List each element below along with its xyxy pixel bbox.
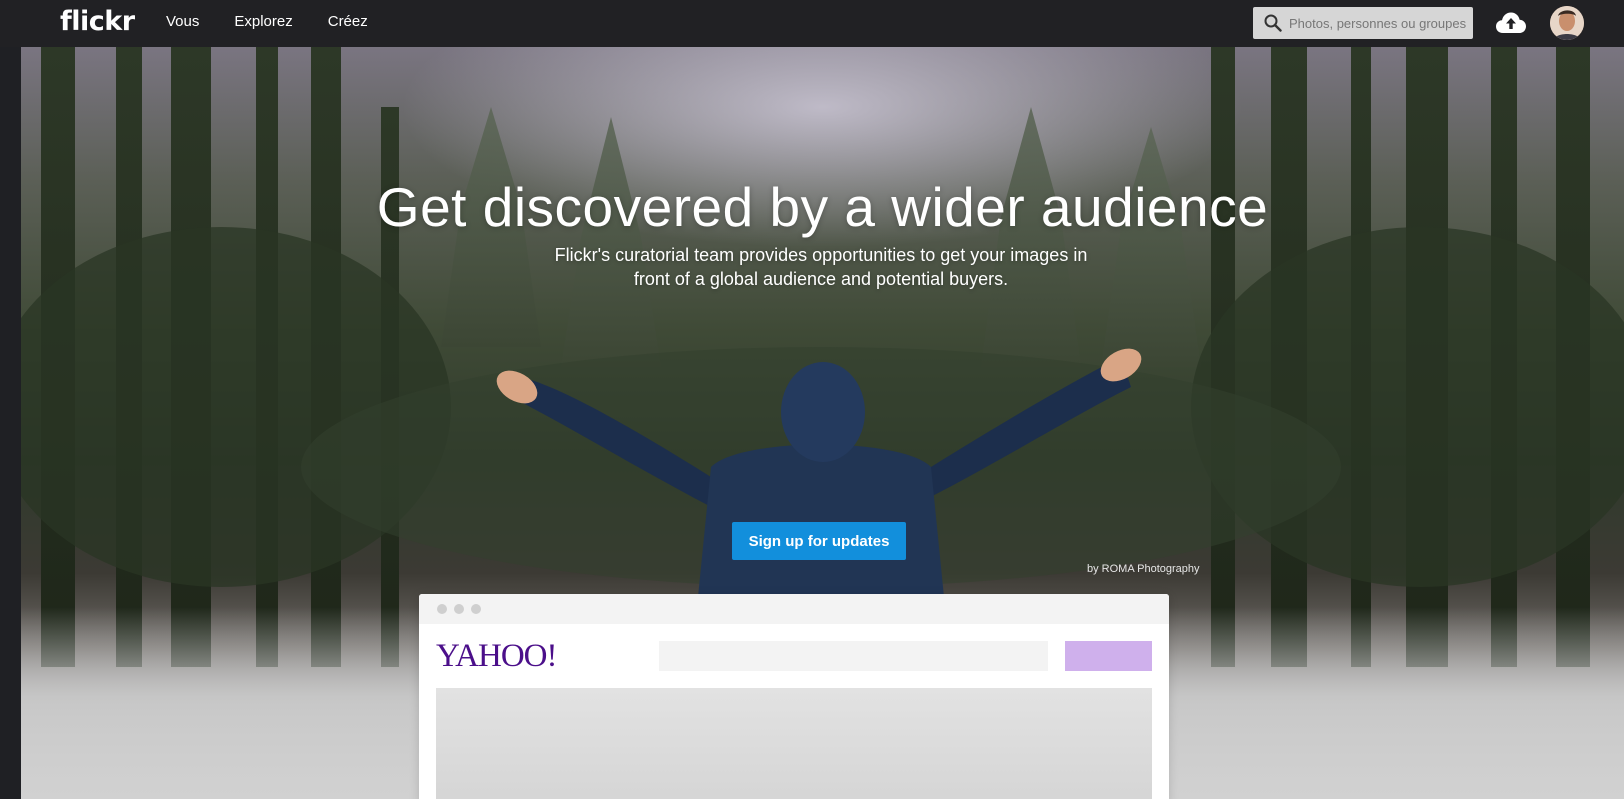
cloud-upload-icon[interactable]: [1494, 8, 1528, 38]
flickr-logo[interactable]: flickr: [60, 6, 135, 37]
user-avatar[interactable]: [1550, 6, 1584, 40]
nav-link-creez[interactable]: Créez: [328, 13, 368, 30]
window-dot: [471, 604, 481, 614]
search-box[interactable]: [1253, 7, 1473, 39]
search-icon[interactable]: [1259, 7, 1287, 39]
nav-link-vous[interactable]: Vous: [166, 13, 199, 30]
window-dot: [437, 604, 447, 614]
hero-headline: Get discovered by a wider audience: [376, 176, 1269, 238]
yahoo-logo: YAHOO!: [436, 638, 557, 674]
hero-section: Get discovered by a wider audience Flick…: [21, 47, 1624, 799]
browser-mockup: YAHOO!: [419, 594, 1169, 799]
main-nav: Vous Explorez Créez: [166, 13, 403, 30]
mock-search-bar: [659, 641, 1048, 671]
nav-link-explorez[interactable]: Explorez: [234, 13, 292, 30]
browser-titlebar: [419, 594, 1169, 624]
mock-content-area: [436, 688, 1152, 799]
photo-credit[interactable]: by ROMA Photography: [1087, 563, 1200, 575]
mock-search-button: [1065, 641, 1152, 671]
window-dot: [454, 604, 464, 614]
top-navigation-bar: flickr Vous Explorez Créez: [0, 0, 1624, 47]
sign-up-button[interactable]: Sign up for updates: [732, 522, 906, 560]
hero-subline: Flickr's curatorial team provides opport…: [554, 245, 1088, 289]
search-input[interactable]: [1287, 7, 1467, 39]
